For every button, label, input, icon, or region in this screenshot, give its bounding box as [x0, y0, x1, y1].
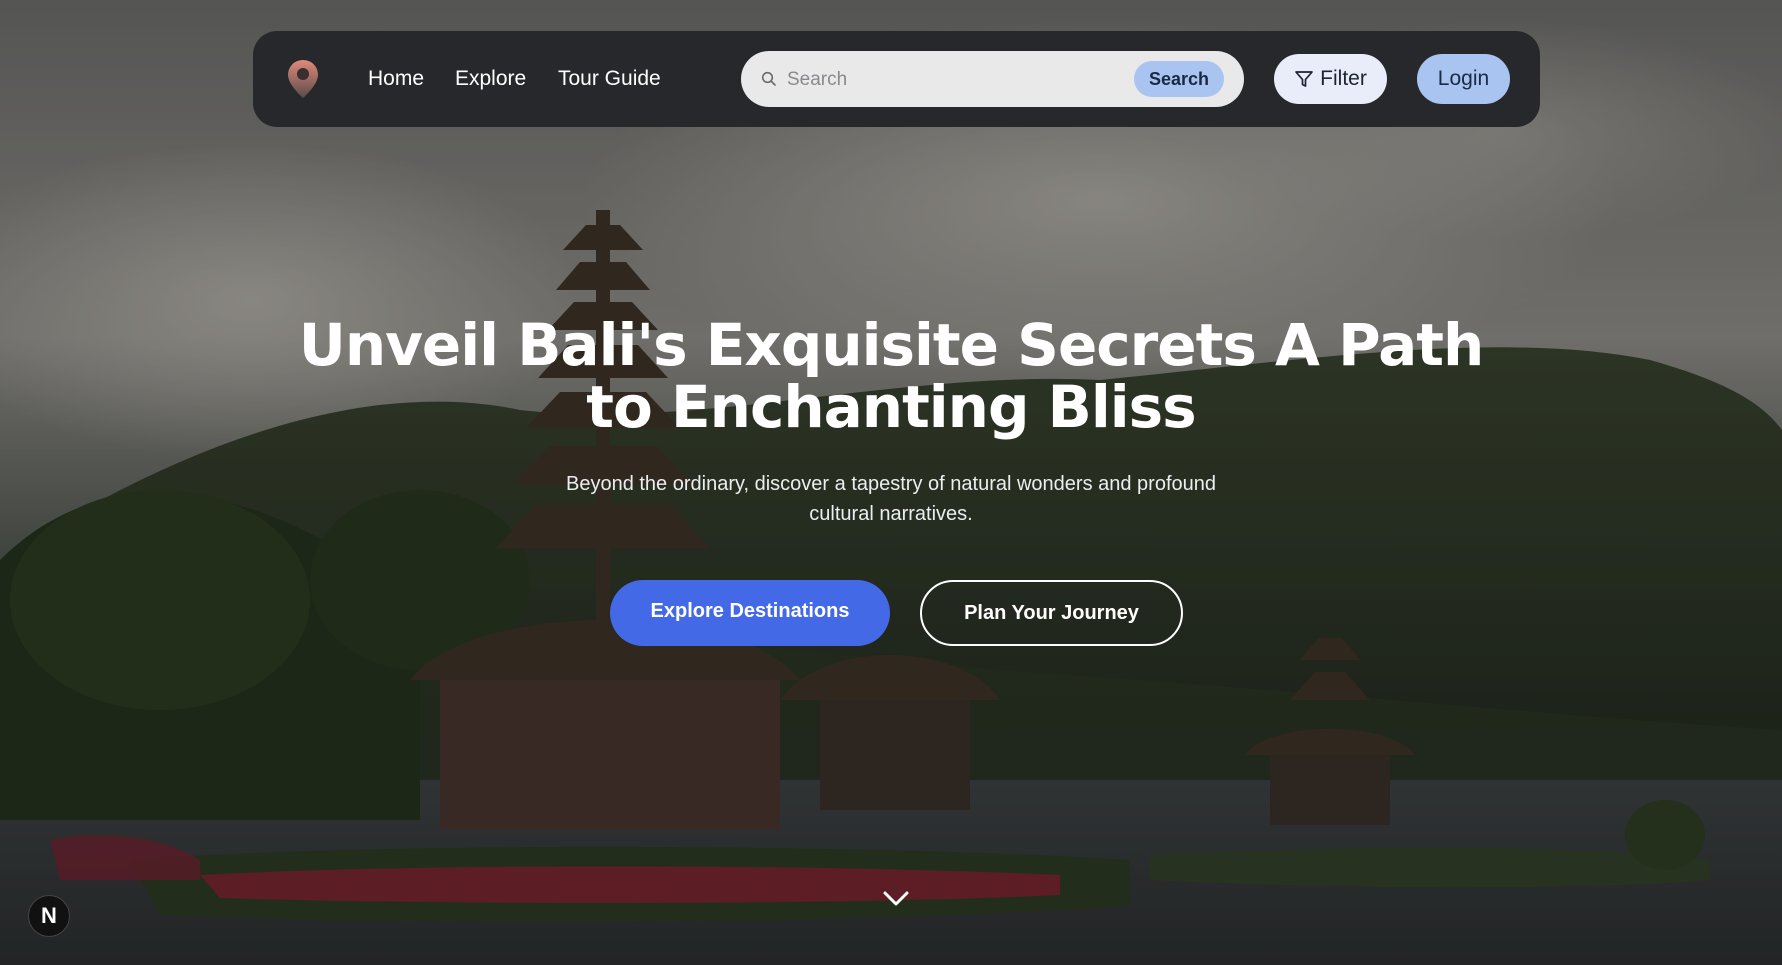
search-button[interactable]: Search [1134, 61, 1224, 97]
explore-destinations-button[interactable]: Explore Destinations [610, 580, 890, 646]
dev-tools-badge[interactable]: N [28, 895, 70, 937]
hero-title: Unveil Bali's Exquisite Secrets A Path t… [298, 311, 1485, 441]
nav-link-tour-guide[interactable]: Tour Guide [558, 31, 661, 127]
nav-link-explore[interactable]: Explore [455, 31, 526, 127]
search-icon [761, 71, 776, 86]
hero-subtitle: Beyond the ordinary, discover a tapestry… [565, 473, 1217, 525]
map-pin-icon[interactable] [287, 59, 319, 99]
top-navigation-bar: Home Explore Tour Guide Search Filter Lo… [253, 31, 1540, 127]
hero-section: Home Explore Tour Guide Search Filter Lo… [0, 0, 1782, 965]
nav-link-home[interactable]: Home [368, 31, 424, 127]
filter-label: Filter [1320, 67, 1367, 90]
chevron-down-icon[interactable] [882, 890, 910, 908]
search-bar: Search [741, 51, 1244, 107]
filter-icon [1295, 71, 1314, 87]
login-button[interactable]: Login [1417, 54, 1510, 104]
filter-button[interactable]: Filter [1274, 54, 1387, 104]
plan-your-journey-button[interactable]: Plan Your Journey [920, 580, 1183, 646]
search-input[interactable] [785, 59, 1119, 101]
